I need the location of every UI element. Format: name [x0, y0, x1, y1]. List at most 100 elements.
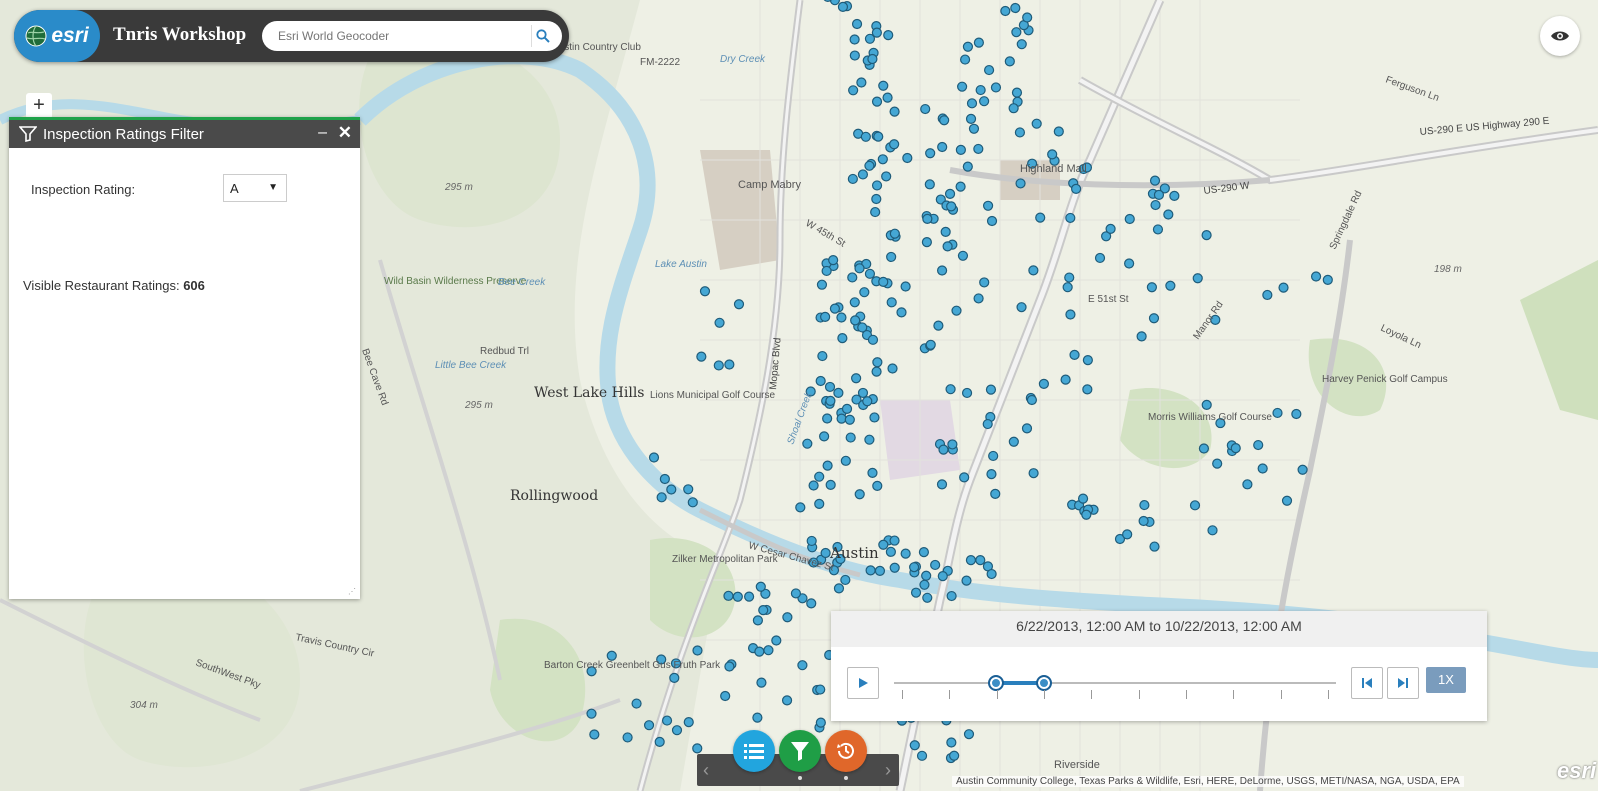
restaurant-point[interactable]	[848, 85, 859, 96]
restaurant-point[interactable]	[1021, 423, 1033, 434]
restaurant-point[interactable]	[648, 452, 660, 463]
restaurant-point[interactable]	[1064, 272, 1075, 283]
restaurant-point[interactable]	[1201, 230, 1212, 241]
restaurant-point[interactable]	[886, 297, 897, 308]
restaurant-point[interactable]	[955, 144, 966, 155]
restaurant-point[interactable]	[1310, 271, 1322, 282]
restaurant-point[interactable]	[683, 484, 694, 495]
restaurant-point[interactable]	[986, 215, 998, 227]
restaurant-point[interactable]	[1065, 212, 1076, 224]
restaurant-point[interactable]	[820, 547, 831, 559]
restaurant-point[interactable]	[924, 179, 935, 190]
restaurant-point[interactable]	[790, 588, 802, 599]
restaurant-point[interactable]	[589, 729, 600, 740]
restaurant-point[interactable]	[815, 717, 826, 728]
restaurant-point[interactable]	[874, 565, 886, 576]
restaurant-point[interactable]	[990, 82, 1002, 93]
restaurant-point[interactable]	[1000, 5, 1011, 17]
restaurant-point[interactable]	[883, 30, 894, 41]
restaurant-point[interactable]	[840, 574, 851, 586]
restaurant-point[interactable]	[692, 743, 703, 754]
restaurant-point[interactable]	[919, 579, 930, 590]
restaurant-point[interactable]	[1278, 282, 1289, 293]
restaurant-point[interactable]	[754, 646, 765, 657]
restaurant-point[interactable]	[714, 317, 725, 328]
restaurant-point[interactable]	[1136, 331, 1147, 342]
chevron-right-icon[interactable]: ›	[885, 760, 891, 781]
restaurant-point[interactable]	[983, 64, 995, 76]
restaurant-point[interactable]	[1242, 479, 1253, 490]
restaurant-point[interactable]	[975, 555, 986, 566]
restaurant-point[interactable]	[871, 193, 882, 205]
restaurant-point[interactable]	[975, 84, 986, 96]
restaurant-point[interactable]	[1122, 529, 1133, 540]
restaurant-point[interactable]	[877, 154, 888, 165]
restaurant-point[interactable]	[986, 568, 997, 580]
restaurant-point[interactable]	[1035, 212, 1046, 223]
restaurant-point[interactable]	[841, 403, 853, 414]
restaurant-point[interactable]	[973, 293, 984, 304]
restaurant-point[interactable]	[873, 131, 884, 142]
restaurant-point[interactable]	[990, 488, 1001, 499]
restaurant-point[interactable]	[1198, 443, 1210, 454]
restaurant-point[interactable]	[925, 148, 936, 159]
restaurant-point[interactable]	[965, 555, 977, 566]
restaurant-point[interactable]	[962, 41, 974, 52]
restaurant-point[interactable]	[1148, 313, 1160, 324]
restaurant-point[interactable]	[1139, 499, 1150, 511]
restaurant-point[interactable]	[946, 201, 957, 212]
restaurant-point[interactable]	[985, 384, 997, 395]
restaurant-point[interactable]	[871, 366, 882, 377]
restaurant-point[interactable]	[1169, 190, 1180, 202]
restaurant-point[interactable]	[723, 590, 734, 601]
restaurant-point[interactable]	[946, 737, 957, 748]
restaurant-point[interactable]	[771, 635, 782, 646]
restaurant-point[interactable]	[815, 375, 826, 387]
restaurant-point[interactable]	[857, 387, 869, 399]
restaurant-point[interactable]	[867, 53, 878, 65]
restaurant-point[interactable]	[1189, 500, 1201, 511]
restaurant-point[interactable]	[878, 80, 889, 91]
restaurant-point[interactable]	[961, 387, 973, 399]
restaurant-point[interactable]	[947, 439, 958, 450]
restaurant-point[interactable]	[851, 373, 862, 384]
restaurant-point[interactable]	[1192, 273, 1203, 284]
restaurant-point[interactable]	[795, 502, 806, 513]
restaurant-point[interactable]	[966, 98, 978, 109]
restaurant-point[interactable]	[857, 322, 868, 333]
resize-grip-icon[interactable]: ⋰	[348, 587, 356, 596]
restaurant-point[interactable]	[845, 432, 856, 443]
restaurant-point[interactable]	[889, 106, 900, 117]
restaurant-point[interactable]	[885, 546, 896, 557]
restaurant-point[interactable]	[1201, 399, 1212, 410]
restaurant-point[interactable]	[871, 27, 882, 38]
restaurant-point[interactable]	[986, 469, 997, 480]
panel-header[interactable]: Inspection Ratings Filter – ✕	[9, 120, 360, 148]
restaurant-point[interactable]	[857, 169, 869, 180]
restaurant-point[interactable]	[886, 251, 897, 263]
restaurant-point[interactable]	[957, 250, 969, 261]
restaurant-point[interactable]	[1004, 56, 1015, 67]
restaurant-point[interactable]	[982, 200, 994, 211]
restaurant-point[interactable]	[822, 460, 833, 471]
restaurant-point[interactable]	[815, 684, 826, 695]
restaurant-point[interactable]	[944, 188, 956, 199]
restaurant-point[interactable]	[1081, 509, 1092, 520]
restaurant-point[interactable]	[909, 562, 920, 573]
time-slider-track[interactable]	[894, 675, 1336, 699]
restaurant-point[interactable]	[937, 571, 948, 582]
restaurant-point[interactable]	[851, 18, 863, 30]
restaurant-point[interactable]	[939, 115, 950, 126]
restaurant-point[interactable]	[921, 237, 932, 248]
restaurant-point[interactable]	[622, 732, 633, 743]
restaurant-point[interactable]	[836, 413, 847, 424]
restaurant-point[interactable]	[867, 467, 878, 479]
restaurant-point[interactable]	[819, 431, 830, 442]
restaurant-point[interactable]	[942, 241, 953, 252]
restaurant-point[interactable]	[916, 750, 928, 761]
restaurant-point[interactable]	[1272, 407, 1283, 419]
restaurant-point[interactable]	[936, 265, 948, 276]
restaurant-point[interactable]	[755, 581, 766, 592]
restaurant-point[interactable]	[1038, 378, 1050, 389]
esri-logo[interactable]: esri	[14, 10, 100, 62]
